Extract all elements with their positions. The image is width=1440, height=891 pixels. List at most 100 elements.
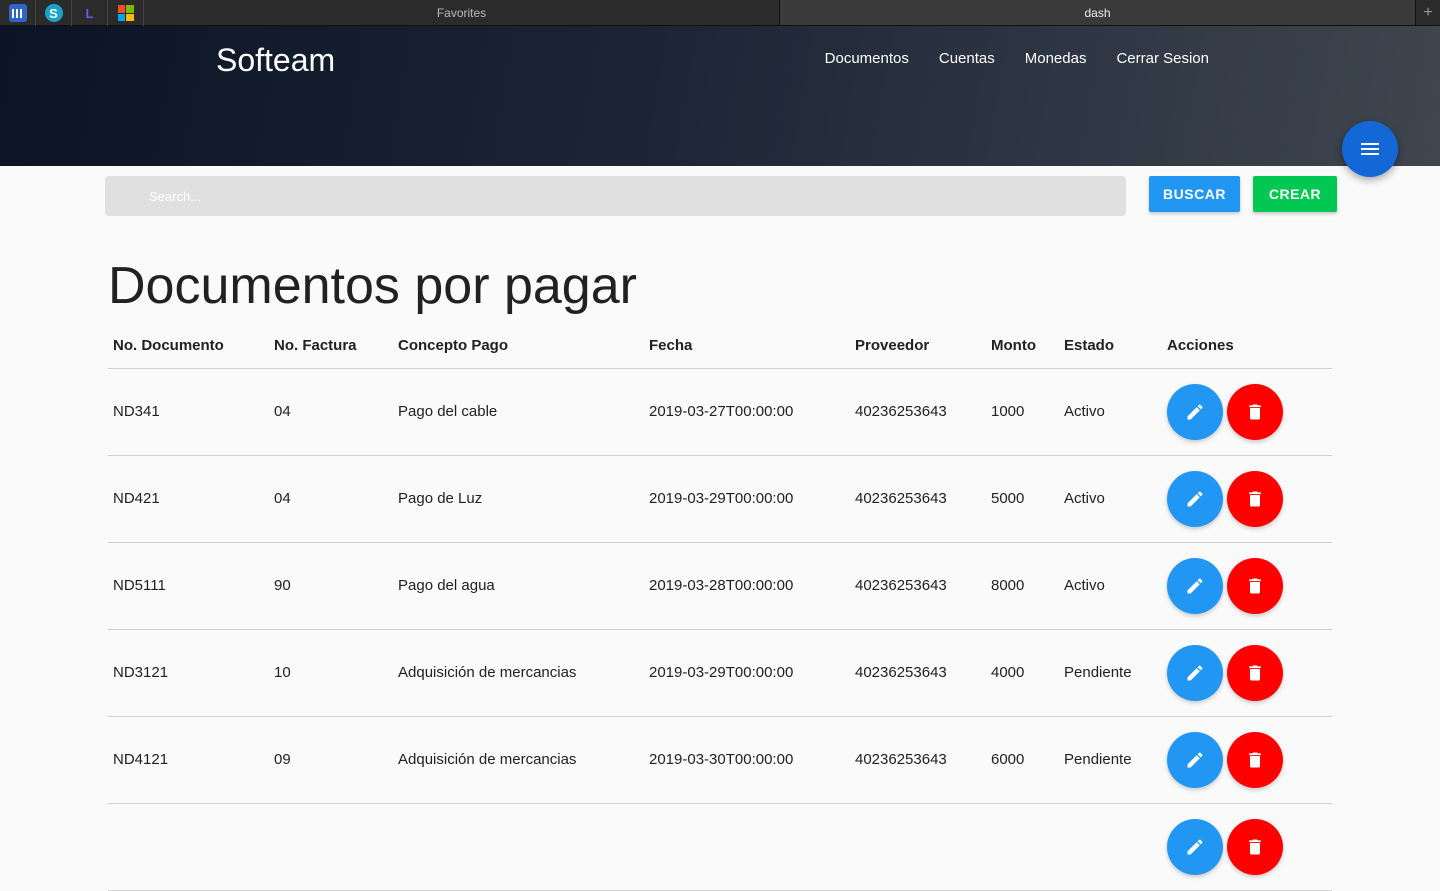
actions-cell <box>1162 542 1332 630</box>
actions-cell <box>1162 629 1332 717</box>
actions-cell <box>1162 455 1332 543</box>
bookmark-library[interactable] <box>0 0 36 26</box>
library-icon <box>8 4 27 22</box>
column-header: Monto <box>986 323 1059 369</box>
edit-button[interactable] <box>1167 383 1223 440</box>
pencil-icon <box>1185 663 1205 683</box>
table-cell <box>850 803 986 891</box>
table-row: ND4121 09 Adquisición de mercancias 2019-03… <box>108 716 1332 804</box>
brand-logo-text[interactable]: Softeam <box>216 42 335 79</box>
top-nav: Documentos Cuentas Monedas Cerrar Sesion <box>825 50 1209 67</box>
table-cell: ND341 <box>108 368 269 456</box>
table-cell <box>393 803 644 891</box>
pencil-icon <box>1185 402 1205 422</box>
table-cell: ND421 <box>108 455 269 543</box>
actions-cell <box>1162 368 1332 456</box>
search-input[interactable] <box>105 176 1126 216</box>
table-header-row: No. Documento No. Factura Concepto Pago … <box>108 323 1332 369</box>
table-cell: 40236253643 <box>850 542 986 630</box>
pencil-icon <box>1185 837 1205 857</box>
edit-button[interactable] <box>1167 644 1223 701</box>
buscar-button[interactable]: BUSCAR <box>1149 176 1240 212</box>
table-row <box>108 803 1332 891</box>
trash-icon <box>1245 402 1265 422</box>
menu-fab-button[interactable] <box>1342 121 1398 177</box>
table-cell: ND3121 <box>108 629 269 717</box>
delete-button[interactable] <box>1227 644 1283 701</box>
windows-grid-icon <box>117 5 134 21</box>
s-badge-icon: S <box>44 4 63 22</box>
edit-button[interactable] <box>1167 557 1223 614</box>
pencil-icon <box>1185 750 1205 770</box>
trash-icon <box>1245 663 1265 683</box>
table-cell <box>1059 803 1162 891</box>
delete-button[interactable] <box>1227 557 1283 614</box>
menu-icon <box>1361 143 1379 155</box>
table-cell: 40236253643 <box>850 716 986 804</box>
row-actions <box>1167 383 1332 440</box>
table-cell: 4000 <box>986 629 1059 717</box>
documents-table-container: No. Documento No. Factura Concepto Pago … <box>108 323 1332 891</box>
table-cell: 1000 <box>986 368 1059 456</box>
column-header: Acciones <box>1162 323 1332 369</box>
row-actions <box>1167 644 1332 701</box>
nav-cuentas[interactable]: Cuentas <box>939 50 995 67</box>
app-header: Softeam Documentos Cuentas Monedas Cerra… <box>0 26 1440 166</box>
table-cell: Activo <box>1059 368 1162 456</box>
table-cell: Pendiente <box>1059 716 1162 804</box>
l-letter-icon: L <box>85 5 94 21</box>
table-cell: 2019-03-28T00:00:00 <box>644 542 850 630</box>
actions-cell <box>1162 803 1332 891</box>
table-cell: 2019-03-29T00:00:00 <box>644 455 850 543</box>
table-cell: 5000 <box>986 455 1059 543</box>
actions-cell <box>1162 716 1332 804</box>
table-cell: 6000 <box>986 716 1059 804</box>
bookmark-microsoft[interactable] <box>108 0 144 26</box>
table-row: ND341 04 Pago del cable 2019-03-27T00:00:00… <box>108 368 1332 456</box>
delete-button[interactable] <box>1227 470 1283 527</box>
tab-dash[interactable]: dash <box>780 0 1416 25</box>
column-header: No. Factura <box>269 323 393 369</box>
table-cell: 09 <box>269 716 393 804</box>
table-cell: Activo <box>1059 455 1162 543</box>
trash-icon <box>1245 489 1265 509</box>
table-row: ND5111 90 Pago del agua 2019-03-28T00:00:00… <box>108 542 1332 630</box>
table-cell: 40236253643 <box>850 629 986 717</box>
column-header: Estado <box>1059 323 1162 369</box>
table-cell: 10 <box>269 629 393 717</box>
nav-monedas[interactable]: Monedas <box>1025 50 1087 67</box>
bookmark-s[interactable]: S <box>36 0 72 26</box>
table-cell: ND5111 <box>108 542 269 630</box>
table-cell: 40236253643 <box>850 455 986 543</box>
table-cell: 8000 <box>986 542 1059 630</box>
row-actions <box>1167 557 1332 614</box>
table-cell: Adquisición de mercancias <box>393 629 644 717</box>
crear-button[interactable]: CREAR <box>1253 176 1337 212</box>
table-cell: Pago del agua <box>393 542 644 630</box>
browser-tab-strip: S L Favorites dash + <box>0 0 1440 26</box>
trash-icon <box>1245 837 1265 857</box>
tab-favorites[interactable]: Favorites <box>144 0 780 25</box>
nav-documentos[interactable]: Documentos <box>825 50 909 67</box>
table-cell: 04 <box>269 455 393 543</box>
edit-button[interactable] <box>1167 470 1223 527</box>
column-header: No. Documento <box>108 323 269 369</box>
table-cell <box>108 803 269 891</box>
delete-button[interactable] <box>1227 383 1283 440</box>
table-cell: ND4121 <box>108 716 269 804</box>
new-tab-icon[interactable]: + <box>1416 0 1440 25</box>
trash-icon <box>1245 750 1265 770</box>
pencil-icon <box>1185 576 1205 596</box>
table-cell: 2019-03-27T00:00:00 <box>644 368 850 456</box>
table-cell: Pago de Luz <box>393 455 644 543</box>
edit-button[interactable] <box>1167 731 1223 788</box>
nav-cerrar-sesion[interactable]: Cerrar Sesion <box>1116 50 1209 67</box>
table-cell: 90 <box>269 542 393 630</box>
delete-button[interactable] <box>1227 731 1283 788</box>
delete-button[interactable] <box>1227 818 1283 875</box>
edit-button[interactable] <box>1167 818 1223 875</box>
table-cell <box>269 803 393 891</box>
row-actions <box>1167 731 1332 788</box>
bookmark-l[interactable]: L <box>72 0 108 26</box>
table-cell: Activo <box>1059 542 1162 630</box>
